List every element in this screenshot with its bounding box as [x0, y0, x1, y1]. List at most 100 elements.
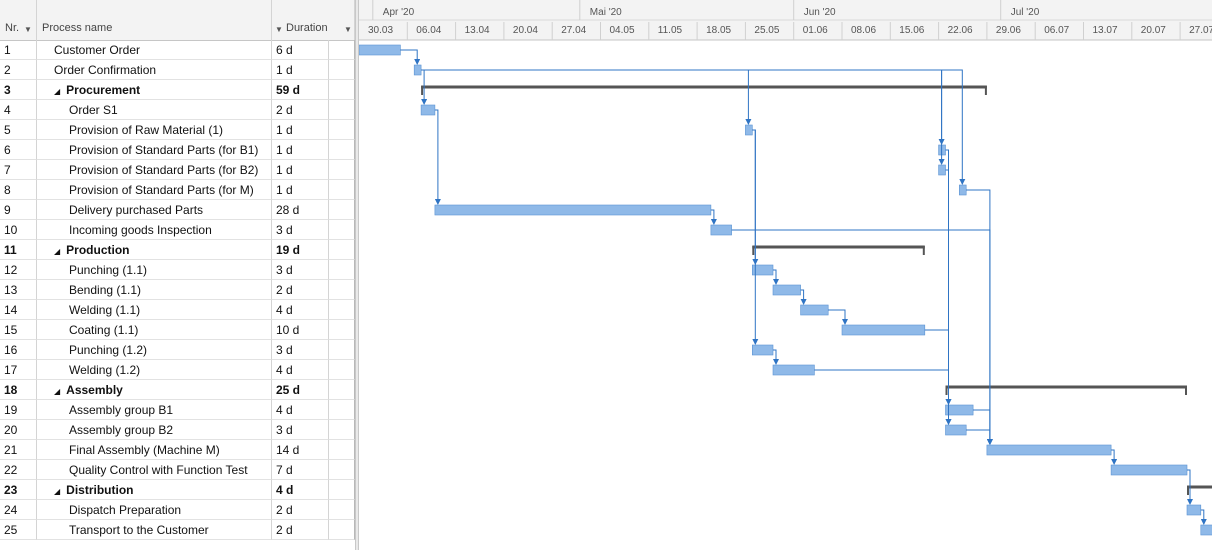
task-empty-cell[interactable]	[329, 120, 355, 140]
task-nr-cell[interactable]: 18	[0, 380, 37, 400]
task-empty-cell[interactable]	[329, 380, 355, 400]
task-nr-cell[interactable]: 22	[0, 460, 37, 480]
task-name-cell[interactable]: Provision of Raw Material (1)	[37, 120, 272, 140]
task-row[interactable]: 24 Dispatch Preparation 2 d	[0, 500, 355, 520]
task-name-cell[interactable]: ◢ Distribution	[37, 480, 272, 500]
task-nr-cell[interactable]: 21	[0, 440, 37, 460]
task-nr-cell[interactable]: 10	[0, 220, 37, 240]
task-nr-cell[interactable]: 6	[0, 140, 37, 160]
collapse-toggle-icon[interactable]: ◢	[54, 487, 60, 496]
task-duration-cell[interactable]: 3 d	[272, 420, 329, 440]
task-empty-cell[interactable]	[329, 320, 355, 340]
task-duration-cell[interactable]: 4 d	[272, 300, 329, 320]
task-duration-cell[interactable]: 7 d	[272, 460, 329, 480]
task-name-cell[interactable]: Delivery purchased Parts	[37, 200, 272, 220]
task-row[interactable]: 22 Quality Control with Function Test 7 d	[0, 460, 355, 480]
task-row[interactable]: 15 Coating (1.1) 10 d	[0, 320, 355, 340]
task-duration-cell[interactable]: 1 d	[272, 140, 329, 160]
task-nr-cell[interactable]: 20	[0, 420, 37, 440]
task-empty-cell[interactable]	[329, 200, 355, 220]
task-empty-cell[interactable]	[329, 80, 355, 100]
task-duration-cell[interactable]: 19 d	[272, 240, 329, 260]
task-row[interactable]: 17 Welding (1.2) 4 d	[0, 360, 355, 380]
task-nr-cell[interactable]: 3	[0, 80, 37, 100]
task-duration-cell[interactable]: 2 d	[272, 520, 329, 540]
task-empty-cell[interactable]	[329, 520, 355, 540]
task-empty-cell[interactable]	[329, 480, 355, 500]
task-duration-cell[interactable]: 2 d	[272, 500, 329, 520]
task-duration-cell[interactable]: 3 d	[272, 220, 329, 240]
task-empty-cell[interactable]	[329, 460, 355, 480]
task-duration-cell[interactable]: 28 d	[272, 200, 329, 220]
task-name-cell[interactable]: Welding (1.2)	[37, 360, 272, 380]
task-name-cell[interactable]: Bending (1.1)	[37, 280, 272, 300]
task-row[interactable]: 14 Welding (1.1) 4 d	[0, 300, 355, 320]
task-name-cell[interactable]: Welding (1.1)	[37, 300, 272, 320]
task-duration-cell[interactable]: 6 d	[272, 40, 329, 60]
task-name-cell[interactable]: Punching (1.1)	[37, 260, 272, 280]
task-empty-cell[interactable]	[329, 40, 355, 60]
task-row[interactable]: 3 ◢ Procurement 59 d	[0, 80, 355, 100]
task-name-cell[interactable]: Customer Order	[37, 40, 272, 60]
task-nr-cell[interactable]: 13	[0, 280, 37, 300]
task-name-cell[interactable]: Transport to the Customer	[37, 520, 272, 540]
task-empty-cell[interactable]	[329, 60, 355, 80]
task-nr-cell[interactable]: 24	[0, 500, 37, 520]
task-empty-cell[interactable]	[329, 440, 355, 460]
task-row[interactable]: 6 Provision of Standard Parts (for B1) 1 d	[0, 140, 355, 160]
task-row[interactable]: 23 ◢ Distribution 4 d	[0, 480, 355, 500]
sort-dropdown-icon[interactable]: ▼	[344, 25, 352, 34]
task-empty-cell[interactable]	[329, 100, 355, 120]
task-row[interactable]: 21 Final Assembly (Machine M) 14 d	[0, 440, 355, 460]
task-duration-cell[interactable]: 59 d	[272, 80, 329, 100]
column-header-process-name[interactable]: Process name	[37, 0, 272, 40]
task-nr-cell[interactable]: 7	[0, 160, 37, 180]
task-row[interactable]: 19 Assembly group B1 4 d	[0, 400, 355, 420]
task-duration-cell[interactable]: 1 d	[272, 180, 329, 200]
task-row[interactable]: 18 ◢ Assembly 25 d	[0, 380, 355, 400]
task-row[interactable]: 4 Order S1 2 d	[0, 100, 355, 120]
task-duration-cell[interactable]: 4 d	[272, 360, 329, 380]
task-name-cell[interactable]: Incoming goods Inspection	[37, 220, 272, 240]
task-nr-cell[interactable]: 2	[0, 60, 37, 80]
task-name-cell[interactable]: Dispatch Preparation	[37, 500, 272, 520]
task-empty-cell[interactable]	[329, 180, 355, 200]
task-duration-cell[interactable]: 1 d	[272, 120, 329, 140]
task-empty-cell[interactable]	[329, 360, 355, 380]
task-row[interactable]: 2 Order Confirmation 1 d	[0, 60, 355, 80]
collapse-toggle-icon[interactable]: ◢	[54, 87, 60, 96]
task-nr-cell[interactable]: 12	[0, 260, 37, 280]
task-name-cell[interactable]: Final Assembly (Machine M)	[37, 440, 272, 460]
task-nr-cell[interactable]: 1	[0, 40, 37, 60]
task-nr-cell[interactable]: 4	[0, 100, 37, 120]
collapse-toggle-icon[interactable]: ◢	[54, 247, 60, 256]
task-empty-cell[interactable]	[329, 500, 355, 520]
task-nr-cell[interactable]: 16	[0, 340, 37, 360]
task-name-cell[interactable]: Quality Control with Function Test	[37, 460, 272, 480]
task-row[interactable]: 11 ◢ Production 19 d	[0, 240, 355, 260]
task-name-cell[interactable]: Assembly group B2	[37, 420, 272, 440]
task-row[interactable]: 8 Provision of Standard Parts (for M) 1 d	[0, 180, 355, 200]
task-nr-cell[interactable]: 14	[0, 300, 37, 320]
task-row[interactable]: 13 Bending (1.1) 2 d	[0, 280, 355, 300]
task-duration-cell[interactable]: 25 d	[272, 380, 329, 400]
task-nr-cell[interactable]: 9	[0, 200, 37, 220]
task-duration-cell[interactable]: 3 d	[272, 260, 329, 280]
task-row[interactable]: 10 Incoming goods Inspection 3 d	[0, 220, 355, 240]
task-duration-cell[interactable]: 14 d	[272, 440, 329, 460]
task-duration-cell[interactable]: 4 d	[272, 480, 329, 500]
task-empty-cell[interactable]	[329, 260, 355, 280]
filter-dropdown-icon[interactable]: ▼	[275, 25, 283, 34]
task-row[interactable]: 5 Provision of Raw Material (1) 1 d	[0, 120, 355, 140]
task-duration-cell[interactable]: 4 d	[272, 400, 329, 420]
task-name-cell[interactable]: ◢ Assembly	[37, 380, 272, 400]
collapse-toggle-icon[interactable]: ◢	[54, 387, 60, 396]
task-row[interactable]: 1 Customer Order 6 d	[0, 40, 355, 60]
task-name-cell[interactable]: Provision of Standard Parts (for M)	[37, 180, 272, 200]
task-name-cell[interactable]: Provision of Standard Parts (for B1)	[37, 140, 272, 160]
task-name-cell[interactable]: ◢ Procurement	[37, 80, 272, 100]
task-duration-cell[interactable]: 2 d	[272, 100, 329, 120]
task-name-cell[interactable]: Provision of Standard Parts (for B2)	[37, 160, 272, 180]
task-row[interactable]: 12 Punching (1.1) 3 d	[0, 260, 355, 280]
task-name-cell[interactable]: ◢ Production	[37, 240, 272, 260]
